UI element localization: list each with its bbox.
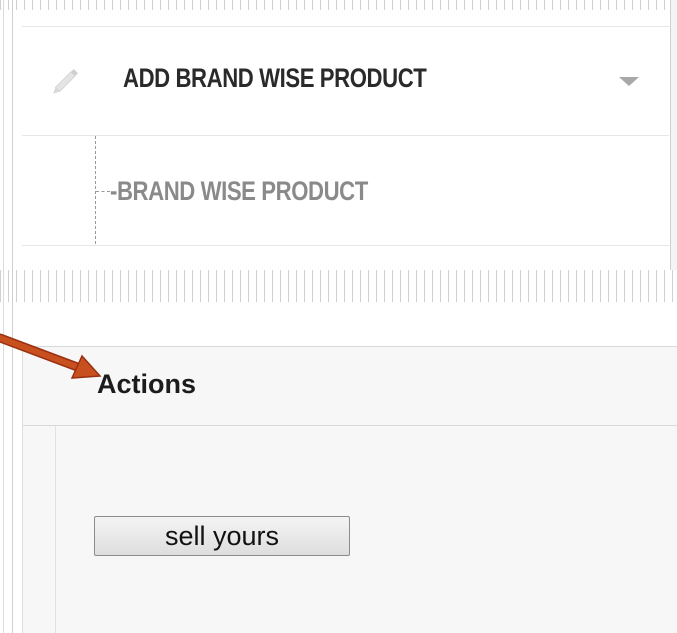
- actions-panel: Actions sell yours: [22, 346, 677, 633]
- sidebar-menu: ADD BRAND WISE PRODUCT -BRAND WISE PRODU…: [22, 26, 669, 246]
- actions-header: Actions: [23, 347, 677, 426]
- actions-title: Actions: [97, 369, 197, 399]
- tree-connector-branch: [96, 191, 110, 192]
- dotted-separator-middle: [0, 270, 677, 302]
- chevron-down-icon[interactable]: [619, 77, 639, 86]
- pencil-icon: [53, 68, 79, 94]
- page: ADD BRAND WISE PRODUCT -BRAND WISE PRODU…: [0, 0, 677, 633]
- menu-item-label: ADD BRAND WISE PRODUCT: [123, 63, 427, 93]
- menu-item-add-brand-wise-product[interactable]: ADD BRAND WISE PRODUCT: [22, 27, 669, 136]
- submenu-item-brand-wise-product[interactable]: -BRAND WISE PRODUCT: [22, 136, 669, 244]
- tree-connector-line: [95, 136, 96, 244]
- arrow-annotation-icon: [0, 333, 102, 379]
- sell-yours-button[interactable]: sell yours: [94, 516, 350, 556]
- dotted-separator-top: [0, 0, 677, 10]
- menu-scrollbar-edge: [670, 0, 677, 270]
- submenu-item-label: -BRAND WISE PRODUCT: [110, 176, 368, 206]
